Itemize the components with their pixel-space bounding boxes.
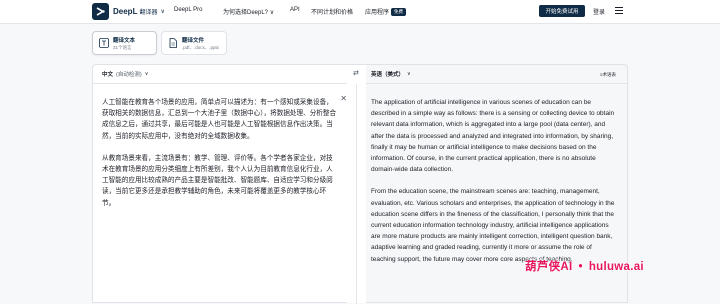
free-trial-button[interactable]: 开始免费试用 bbox=[539, 5, 585, 17]
top-nav: DeepL 翻译器 ∨ DeepL Pro 为何选择DeepL? ∨ API 不… bbox=[0, 0, 720, 24]
swap-languages-icon[interactable]: ⇄ bbox=[353, 70, 360, 77]
free-badge: 免费 bbox=[391, 8, 407, 16]
tab-title: 翻译文件 bbox=[182, 37, 205, 44]
nav-why-deepl[interactable]: 为何选择DeepL? ∨ bbox=[223, 7, 274, 16]
chevron-down-icon: ∨ bbox=[144, 71, 149, 77]
watermark: 葫芦侠AI • huluwa.ai bbox=[525, 261, 644, 273]
tab-translate-text[interactable]: 翻译文本 31个语言 bbox=[92, 31, 157, 55]
target-paragraph: From the education scene, the mainstream… bbox=[371, 188, 615, 263]
panel-divider bbox=[347, 64, 366, 304]
chevron-down-icon: ∨ bbox=[407, 71, 411, 77]
source-lang: 中文 bbox=[102, 72, 114, 78]
text-icon bbox=[99, 38, 109, 48]
deepl-logo-icon bbox=[92, 3, 109, 20]
source-paragraph: 从教育场景来看，主流场景有：教学、管理、评价等。各个学者各家企业，对技术在教育场… bbox=[102, 154, 333, 207]
chevron-down-icon: ∨ bbox=[269, 10, 275, 16]
nav-pricing[interactable]: 不同计划和价格 bbox=[311, 7, 353, 16]
nav-api[interactable]: API bbox=[290, 7, 300, 13]
menu-icon[interactable] bbox=[615, 7, 623, 14]
source-panel: 中文 (自动检测) ∨ ✕ 人工智能在教育各个场景的应用，简单点可以描述为：有一… bbox=[92, 64, 347, 303]
glossary-button[interactable]: ≡术语表 bbox=[600, 72, 616, 78]
login-link[interactable]: 登录 bbox=[593, 7, 605, 16]
target-lang-selector[interactable]: 英语（美式） ∨ bbox=[366, 65, 627, 84]
target-lang: 英语（美式） bbox=[371, 72, 405, 78]
translation-output: The application of artificial intelligen… bbox=[371, 97, 616, 276]
deepl-logo[interactable]: DeepL 翻译器 ∨ bbox=[92, 3, 165, 20]
auto-detect-label: (自动检测) bbox=[116, 72, 142, 78]
source-lang-selector[interactable]: 中文 (自动检测) ∨ bbox=[93, 65, 347, 84]
source-paragraph: 人工智能在教育各个场景的应用，简单点可以描述为：有一个感知或采集设备，获取相关的… bbox=[102, 99, 337, 140]
brand-sub: 翻译器 bbox=[139, 10, 158, 16]
tab-title: 翻译文本 bbox=[113, 37, 136, 44]
source-textarea[interactable]: 人工智能在教育各个场景的应用，简单点可以描述为：有一个感知或采集设备，获取相关的… bbox=[102, 97, 337, 220]
close-icon[interactable]: ✕ bbox=[340, 94, 347, 103]
chevron-down-icon: ∨ bbox=[160, 9, 165, 15]
tab-translate-file[interactable]: 翻译文件 .pdf、.docx、.pptx bbox=[161, 31, 227, 55]
file-icon bbox=[169, 38, 177, 48]
nav-deepl-pro[interactable]: DeepL Pro bbox=[174, 7, 202, 13]
nav-apps[interactable]: 应用程序 免费 bbox=[365, 7, 407, 16]
brand-name: DeepL bbox=[113, 7, 138, 16]
tab-subtitle: 31个语言 bbox=[113, 44, 132, 50]
tab-subtitle: .pdf、.docx、.pptx bbox=[182, 44, 220, 50]
target-paragraph: The application of artificial intelligen… bbox=[371, 99, 615, 174]
